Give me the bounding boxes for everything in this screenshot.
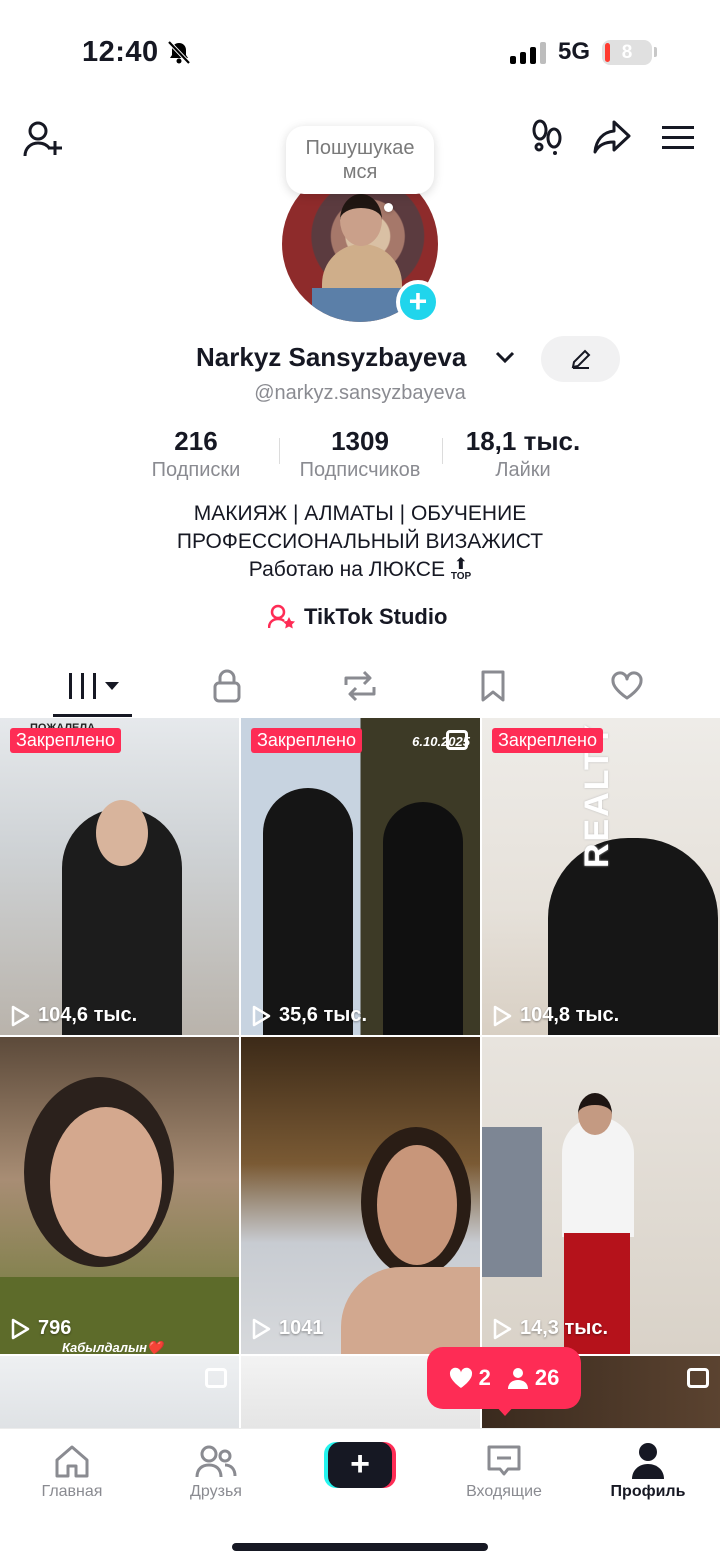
footprints-icon[interactable] <box>526 116 568 158</box>
multi-photo-icon <box>687 1368 709 1388</box>
grid-icon <box>69 673 119 699</box>
nav-home[interactable]: Главная <box>0 1439 144 1501</box>
video-thumbnail[interactable]: REALTY Закреплено 104,8 тыс. <box>482 718 720 1035</box>
stat-value: 18,1 тыс. <box>465 426 581 456</box>
view-count: 14,3 тыс. <box>492 1317 608 1340</box>
bookmark-icon <box>481 670 505 702</box>
profile-bio: МАКИЯЖ | АЛМАТЫ | ОБУЧЕНИЕ ПРОФЕССИОНАЛЬ… <box>0 500 720 584</box>
multi-photo-icon <box>446 730 468 750</box>
nav-label: Профиль <box>610 1483 686 1500</box>
pinned-badge: Закреплено <box>251 728 362 753</box>
create-button[interactable]: + <box>324 1442 396 1488</box>
stat-label: Подписки <box>151 459 241 481</box>
stat-value: 216 <box>174 426 218 456</box>
play-icon <box>252 1318 271 1339</box>
nav-label: Входящие <box>466 1483 542 1500</box>
active-tab-indicator <box>53 714 132 717</box>
nav-profile[interactable]: Профиль <box>576 1439 720 1501</box>
view-count: 35,6 тыс. <box>251 1004 367 1027</box>
status-bar: 12:40 5G 8 <box>0 0 720 100</box>
inbox-icon <box>487 1445 521 1476</box>
profile-name[interactable]: Narkyz Sansyzbayeva <box>196 342 466 373</box>
edit-profile-button[interactable] <box>541 336 620 382</box>
profile-tabs <box>0 654 720 718</box>
activity-notification[interactable]: 2 26 <box>427 1347 581 1409</box>
battery-icon: 8 <box>602 40 652 65</box>
friends-icon <box>195 1445 237 1478</box>
profile-icon <box>632 1443 664 1479</box>
video-thumbnail[interactable] <box>0 1356 239 1428</box>
person-icon <box>507 1368 528 1389</box>
stat-value: 1309 <box>331 426 389 456</box>
heart-outline-icon <box>611 671 643 700</box>
menu-icon[interactable] <box>658 120 698 156</box>
repost-icon <box>344 670 376 702</box>
view-count: 1041 <box>251 1317 324 1340</box>
view-count: 104,6 тыс. <box>10 1004 137 1027</box>
add-friend-icon[interactable] <box>20 116 66 162</box>
pinned-badge: Закреплено <box>492 728 603 753</box>
nav-friends[interactable]: Друзья <box>144 1439 288 1501</box>
stat-label: Подписчиков <box>299 459 421 481</box>
bio-line: МАКИЯЖ | АЛМАТЫ | ОБУЧЕНИЕ <box>193 502 527 525</box>
play-icon <box>11 1005 30 1026</box>
chevron-down-icon[interactable] <box>494 348 516 371</box>
tab-liked[interactable] <box>567 654 687 718</box>
bio-line: Работаю на ЛЮКСЕ <box>248 558 445 581</box>
home-icon <box>55 1445 89 1478</box>
battery-level: 8 <box>621 42 633 63</box>
signal-icon <box>510 42 546 64</box>
video-thumbnail[interactable]: Кабылдалын❤️ 796 <box>0 1037 239 1354</box>
nav-label: Главная <box>41 1483 103 1500</box>
video-thumbnail[interactable]: ПОЖАЛЕЛА... Закреплено 104,6 тыс. <box>0 718 239 1035</box>
stat-likes[interactable]: 18,1 тыс. Лайки <box>452 426 594 482</box>
studio-label: TikTok Studio <box>304 604 448 629</box>
video-caption: Кабылдалын❤️ <box>62 1340 164 1354</box>
lock-icon <box>213 669 241 703</box>
play-icon <box>493 1005 512 1026</box>
bio-line-3: Работаю на ЛЮКСЕ ⬆ TOP <box>0 556 720 584</box>
network-type: 5G <box>558 38 591 65</box>
play-icon <box>11 1318 30 1339</box>
tab-videos[interactable] <box>33 654 153 718</box>
status-bubble[interactable]: Пошушукае мся <box>286 126 434 194</box>
pencil-icon <box>571 349 590 369</box>
stat-followers[interactable]: 1309 Подписчиков <box>284 426 436 482</box>
top-badge-icon: ⬆ TOP <box>450 556 472 583</box>
play-icon <box>252 1005 271 1026</box>
plus-icon: + <box>328 1442 392 1488</box>
tab-private[interactable] <box>167 654 287 718</box>
tiktok-studio-link[interactable]: TikTok Studio <box>268 604 447 630</box>
studio-icon <box>268 604 295 629</box>
stat-label: Лайки <box>495 459 551 481</box>
bell-off-icon <box>166 40 192 71</box>
video-thumbnail[interactable]: 6.10.2025 Закреплено 35,6 тыс. <box>241 718 480 1035</box>
followers-count: 26 <box>534 1365 560 1390</box>
nav-inbox[interactable]: Входящие <box>432 1439 576 1501</box>
heart-icon <box>449 1367 472 1388</box>
stat-following[interactable]: 216 Подписки <box>140 426 252 482</box>
pinned-badge: Закреплено <box>10 728 121 753</box>
video-thumbnail[interactable]: 1041 <box>241 1037 480 1354</box>
tab-reposts[interactable] <box>300 654 420 718</box>
add-story-icon[interactable]: + <box>396 280 440 324</box>
play-icon <box>493 1318 512 1339</box>
home-indicator <box>232 1543 488 1551</box>
profile-handle: @narkyz.sansyzbayeva <box>254 382 466 404</box>
view-count: 104,8 тыс. <box>492 1004 619 1027</box>
share-icon[interactable] <box>590 116 634 158</box>
nav-label: Друзья <box>190 1483 242 1500</box>
clock: 12:40 <box>82 36 159 68</box>
view-count: 796 <box>10 1317 71 1340</box>
tab-saved[interactable] <box>433 654 553 718</box>
multi-photo-icon <box>205 1368 227 1388</box>
bio-line: ПРОФЕССИОНАЛЬНЫЙ ВИЗАЖИСТ <box>176 530 544 553</box>
video-thumbnail[interactable]: 14,3 тыс. <box>482 1037 720 1354</box>
likes-count: 2 <box>478 1365 491 1390</box>
